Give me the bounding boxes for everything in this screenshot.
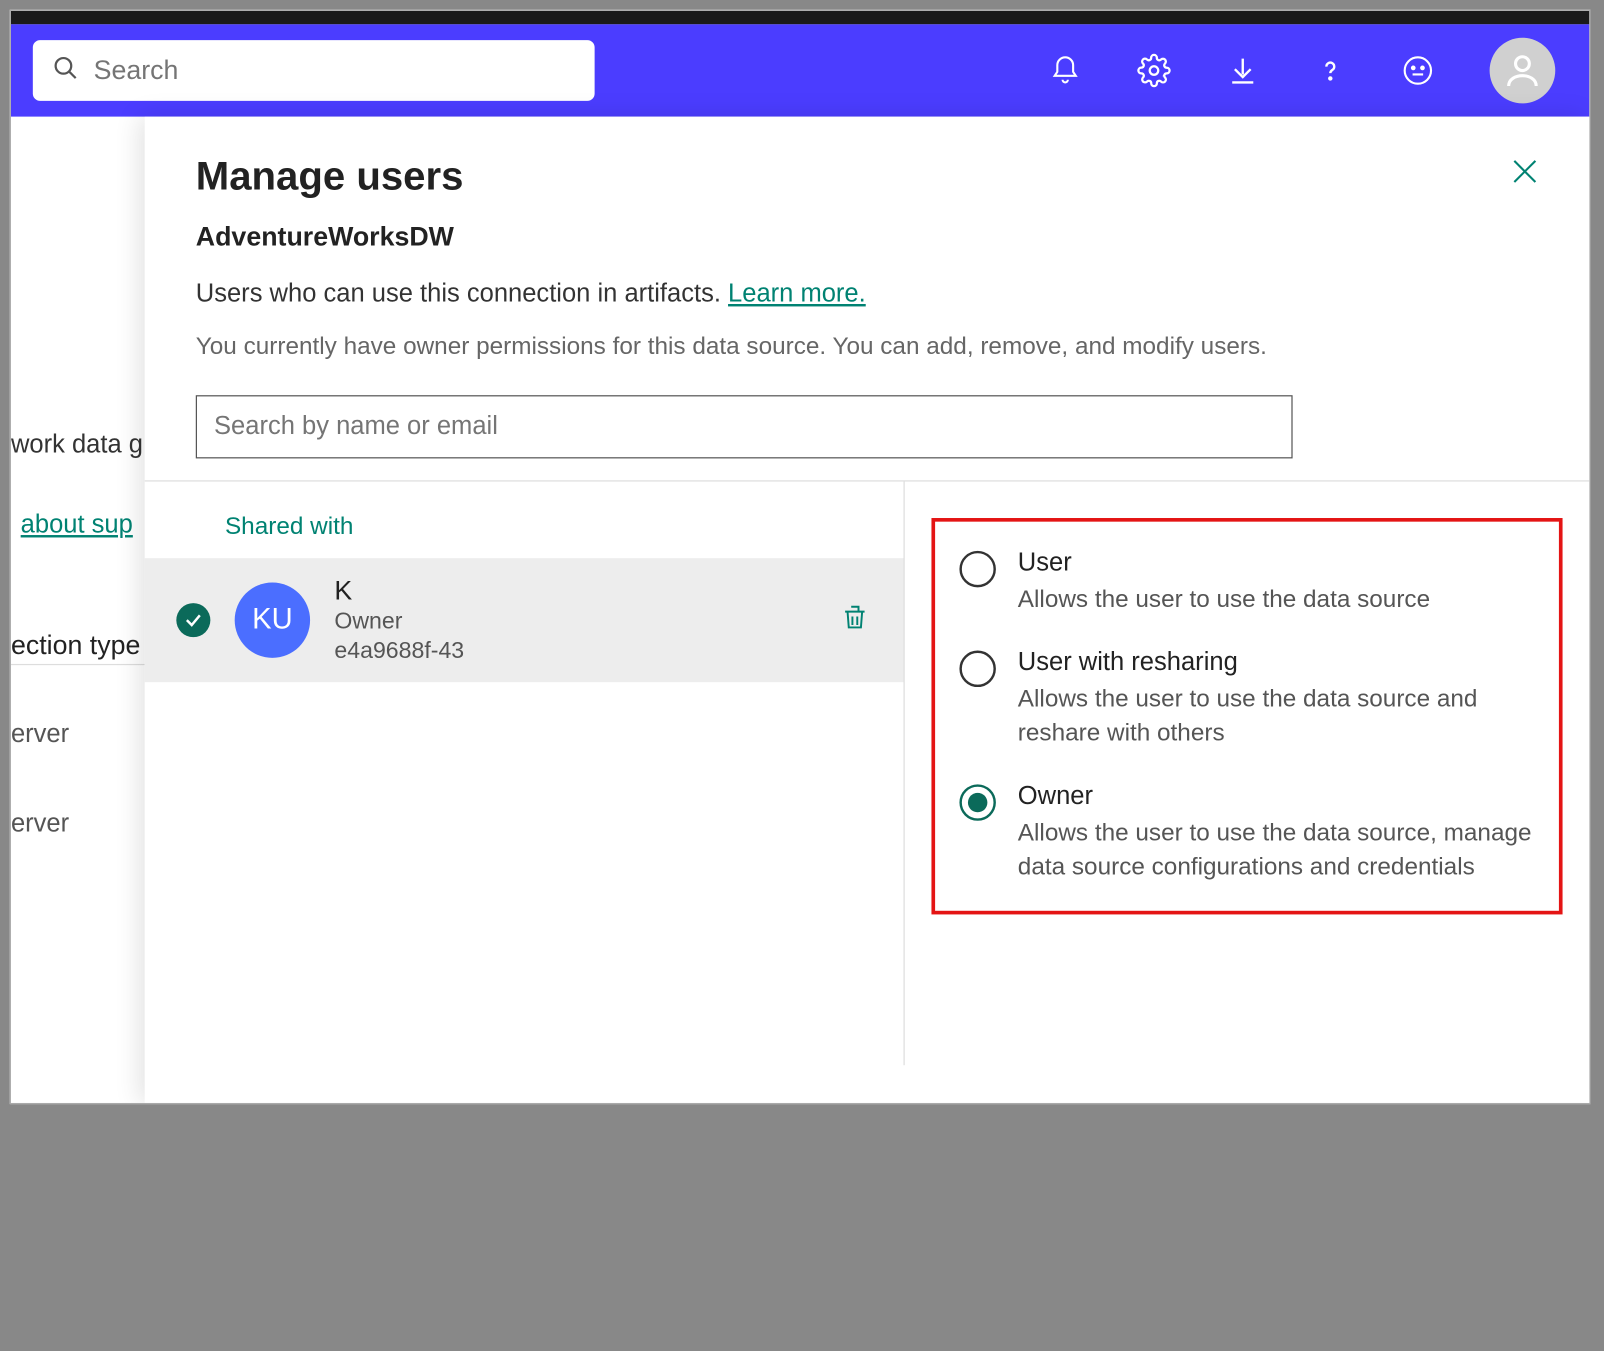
users-list-column: Shared with KU K Owner e4a9688f-43 [145,482,905,1066]
notifications-icon[interactable] [1049,55,1081,87]
feedback-icon[interactable] [1402,55,1434,87]
radio-user[interactable] [959,551,995,587]
role-desc: Allows the user to use the data source a… [1018,682,1532,750]
user-avatar: KU [235,582,310,657]
global-search-input[interactable] [94,55,576,87]
bg-server-row-2: erver [11,810,69,839]
role-option-owner[interactable]: Owner Allows the user to use the data so… [959,782,1532,884]
download-icon[interactable] [1227,55,1259,87]
role-title: User with resharing [1018,648,1532,677]
panel-title: Manage users [196,153,1538,199]
settings-icon[interactable] [1137,54,1171,88]
radio-owner[interactable] [959,784,995,820]
global-search[interactable] [33,40,595,101]
bg-heading-fragment: ection type [11,630,140,662]
role-title: User [1018,548,1532,577]
role-options-highlight: User Allows the user to use the data sou… [931,518,1562,914]
role-desc: Allows the user to use the data source, … [1018,816,1532,884]
bg-link-fragment[interactable]: about sup [21,511,133,540]
role-title: Owner [1018,782,1532,811]
radio-user-resharing[interactable] [959,651,995,687]
role-desc: Allows the user to use the data source [1018,582,1532,616]
user-row[interactable]: KU K Owner e4a9688f-43 [145,558,904,682]
role-option-user-resharing[interactable]: User with resharing Allows the user to u… [959,648,1532,750]
close-button[interactable] [1509,156,1541,194]
user-role: Owner [334,609,808,636]
selected-check-icon [176,603,210,637]
panel-desc-text: Users who can use this connection in art… [196,280,728,308]
user-name: K [334,575,808,607]
panel-permissions-note: You currently have owner permissions for… [196,333,1538,361]
search-icon [52,54,79,87]
titlebar-strip [11,11,1589,24]
user-info: K Owner e4a9688f-43 [334,575,808,665]
help-icon[interactable] [1314,55,1346,87]
manage-users-panel: Manage users AdventureWorksDW Users who … [145,117,1590,1103]
panel-description: Users who can use this connection in art… [196,280,1538,309]
app-frame: work data g about sup ection type erver … [10,10,1591,1104]
bg-text-fragment: work data g [11,430,143,459]
remove-user-button[interactable] [833,593,877,648]
account-avatar[interactable] [1490,38,1556,104]
role-option-user[interactable]: User Allows the user to use the data sou… [959,548,1532,616]
bg-server-row-1: erver [11,720,69,749]
panel-split: Shared with KU K Owner e4a9688f-43 [145,480,1590,1065]
panel-subtitle: AdventureWorksDW [196,221,1538,253]
user-search-input[interactable] [196,395,1293,458]
role-selection-column: User Allows the user to use the data sou… [905,482,1590,1066]
top-navbar [11,24,1589,116]
topbar-actions [1049,38,1567,104]
learn-more-link[interactable]: Learn more. [728,280,866,308]
shared-with-header: Shared with [145,503,904,558]
user-id: e4a9688f-43 [334,638,808,665]
